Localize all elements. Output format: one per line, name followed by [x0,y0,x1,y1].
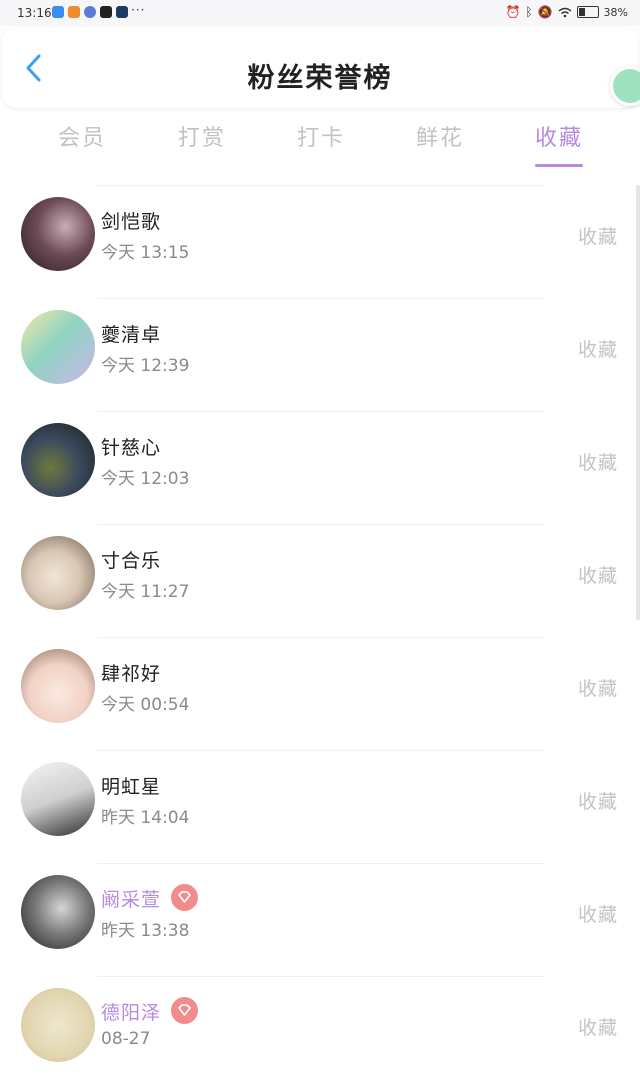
fan-time: 昨天 14:04 [101,808,190,828]
fan-time: 08-27 [101,1029,151,1049]
favorite-label: 收藏 [577,452,618,474]
notification-icons [52,6,128,18]
status-bar: 13:16 ··· ⏰ ᛒ 🔕 38% [0,0,640,26]
fan-name: 德阳泽 [101,1002,162,1024]
avatar[interactable] [21,988,95,1062]
alarm-icon: ⏰ [505,5,521,19]
list-item[interactable]: 剑恺歌 今天 13:15 收藏 [0,185,640,298]
list-item[interactable]: 明虹星 昨天 14:04 收藏 [0,750,640,863]
browser-app-icon [84,6,96,18]
fan-time: 昨天 13:38 [101,921,190,941]
favorite-label: 收藏 [577,226,618,248]
fan-time: 今天 00:54 [101,695,190,715]
capcut-app-icon [100,6,112,18]
fan-name: 寸合乐 [101,550,162,572]
row-divider [97,524,544,525]
floating-gift-icon[interactable] [610,66,640,106]
tab-bar: 会员 打赏 打卡 鲜花 收藏 [0,120,640,170]
avatar[interactable] [21,310,95,384]
list-item[interactable]: 肆祁好 今天 00:54 收藏 [0,637,640,750]
favorite-label: 收藏 [577,904,618,926]
fan-name: 夔清卓 [101,324,162,346]
list-item[interactable]: 阚采萱 昨天 13:38 收藏 [0,863,640,976]
battery-icon [576,6,599,18]
list-scrollbar[interactable] [636,185,640,620]
list-item[interactable]: 夔清卓 今天 12:39 收藏 [0,298,640,411]
more-notifications-icon: ··· [131,3,146,17]
fan-name: 剑恺歌 [101,211,162,233]
avatar[interactable] [21,423,95,497]
tab-rewards[interactable]: 打赏 [178,120,226,152]
avatar[interactable] [21,649,95,723]
favorite-label: 收藏 [577,1017,618,1039]
favorite-label: 收藏 [577,791,618,813]
active-tab-indicator [535,164,583,167]
fan-name: 明虹星 [101,776,162,798]
fan-time: 今天 11:27 [101,582,190,602]
avatar[interactable] [21,536,95,610]
row-divider [97,863,544,864]
video-app-icon [68,6,80,18]
tab-members[interactable]: 会员 [58,120,106,152]
fan-name: 针慈心 [101,437,162,459]
mute-icon: 🔕 [537,5,553,19]
battery-percent: 38% [603,5,628,19]
bluetooth-icon: ᛒ [525,5,533,19]
tab-favorites[interactable]: 收藏 [535,120,583,152]
row-divider [97,185,544,186]
tab-checkin[interactable]: 打卡 [297,120,345,152]
message-app-icon [52,6,64,18]
favorite-label: 收藏 [577,565,618,587]
row-divider [97,637,544,638]
tab-flowers[interactable]: 鲜花 [416,120,464,152]
avatar[interactable] [21,197,95,271]
reader-app-icon [116,6,128,18]
list-item[interactable]: 德阳泽 08-27 收藏 [0,976,640,1089]
status-time: 13:16 [17,6,52,20]
avatar[interactable] [21,875,95,949]
list-item[interactable]: 针慈心 今天 12:03 收藏 [0,411,640,524]
page-header: 粉丝荣誉榜 [2,28,640,108]
row-divider [97,411,544,412]
row-divider [97,298,544,299]
favorite-label: 收藏 [577,678,618,700]
page-title: 粉丝荣誉榜 [247,63,393,94]
diamond-vip-icon [171,997,198,1024]
fan-name: 阚采萱 [101,889,162,911]
list-item[interactable]: 寸合乐 今天 11:27 收藏 [0,524,640,637]
fan-time: 今天 13:15 [101,243,190,263]
row-divider [97,750,544,751]
wifi-icon [558,7,571,17]
avatar[interactable] [21,762,95,836]
favorite-label: 收藏 [577,339,618,361]
fan-time: 今天 12:03 [101,469,190,489]
fan-time: 今天 12:39 [101,356,190,376]
fan-name: 肆祁好 [101,663,162,685]
system-status: ⏰ ᛒ 🔕 38% [505,5,628,19]
row-divider [97,976,544,977]
diamond-vip-icon [171,884,198,911]
